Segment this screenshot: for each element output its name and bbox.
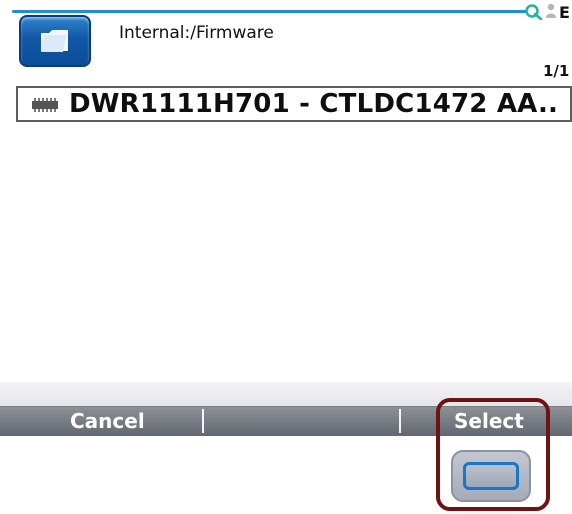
path-label: Internal:/Firmware: [119, 23, 274, 43]
softkey-separator-right: [399, 409, 401, 433]
truncated-status-char: E: [559, 3, 570, 22]
page-indicator: 1/1: [543, 62, 570, 80]
loop-icon: [525, 4, 543, 20]
hardware-key-inner: [463, 462, 519, 490]
folder-button[interactable]: [19, 15, 91, 67]
list-item[interactable]: DWR1111H701 - CTLDC1472 AA..: [16, 86, 572, 122]
list-item-label: DWR1111H701 - CTLDC1472 AA..: [69, 89, 559, 119]
header-line: [12, 10, 527, 13]
person-icon: [546, 3, 556, 18]
device-screen: Internal:/Firmware E 1/1 DWR1111H701 - C…: [0, 0, 572, 514]
hardware-key[interactable]: [451, 450, 531, 502]
header: Internal:/Firmware E: [0, 0, 572, 67]
softkey-separator-left: [202, 409, 204, 433]
cancel-softkey[interactable]: Cancel: [70, 410, 145, 432]
folder-icon: [41, 30, 68, 52]
chip-icon: [32, 98, 58, 112]
